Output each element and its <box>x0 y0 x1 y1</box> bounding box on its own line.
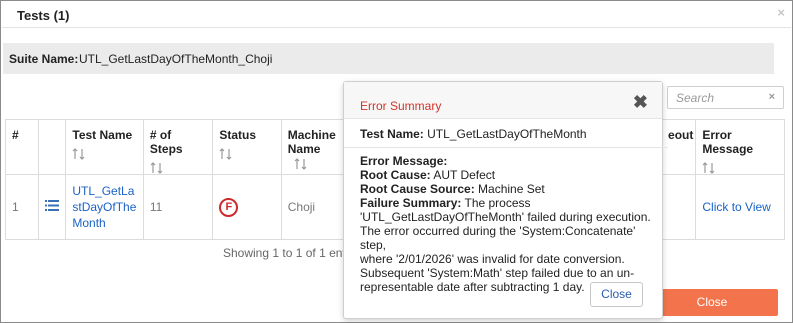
error-view-link[interactable]: Click to View <box>702 200 770 214</box>
sort-icon[interactable] <box>72 148 86 160</box>
error-message-label: Error Message: <box>360 154 448 168</box>
row-error-cell: Click to View <box>695 174 785 240</box>
tests-modal: Tests (1) × Suite Name: UTL_GetLastDayOf… <box>0 0 793 323</box>
status-failed-icon: F <box>219 197 239 217</box>
suite-name-value: UTL_GetLastDayOfTheMonth_Choji <box>79 52 273 66</box>
row-index: 1 <box>4 174 40 240</box>
test-name-line: Test Name: UTL_GetLastDayOfTheMonth <box>360 127 587 141</box>
col-header-icon <box>38 119 67 175</box>
failure-summary-text: where '2/01/2026' was invalid for date c… <box>360 252 625 266</box>
suite-bar: Suite Name: UTL_GetLastDayOfTheMonth_Cho… <box>3 43 774 74</box>
col-header-index: # <box>4 119 40 175</box>
row-steps: 11 <box>142 174 214 240</box>
popover-body: Test Name: UTL_GetLastDayOfTheMonth Erro… <box>344 127 668 294</box>
modal-header: Tests (1) × <box>2 2 791 28</box>
row-test-name-cell: UTL_GetLa stDayOfThe Month <box>65 174 144 240</box>
popover-title: Error Summary <box>360 99 442 113</box>
failure-summary-text: Subsequent 'System:Math' step failed due… <box>360 266 635 280</box>
row-machine: Choji <box>280 174 347 240</box>
sort-icon[interactable] <box>150 162 164 174</box>
search-box[interactable]: × <box>667 86 784 109</box>
root-cause-source-line: Root Cause Source: Machine Set <box>360 182 545 196</box>
list-icon[interactable] <box>45 200 60 211</box>
sort-icon[interactable] <box>702 162 716 174</box>
col-header-test-name[interactable]: Test Name <box>65 119 144 175</box>
failure-summary-text: The error occurred during the 'System:Co… <box>360 224 636 252</box>
col-header-steps[interactable]: # of Steps <box>142 119 214 175</box>
popover-close-button[interactable]: Close <box>590 282 643 307</box>
search-input[interactable] <box>676 90 764 106</box>
col-header-error-message[interactable]: Error Message <box>695 119 785 175</box>
failure-summary-line: Failure Summary: The process <box>360 196 531 210</box>
failure-summary-text: 'UTL_GetLastDayOfTheMonth' failed during… <box>360 210 651 224</box>
row-status-cell: F <box>212 174 282 240</box>
col-header-machine-name[interactable]: Machine Name <box>280 119 347 175</box>
popover-close-icon[interactable]: ✖ <box>633 92 648 113</box>
suite-name-label: Suite Name: <box>9 52 79 66</box>
close-button[interactable]: Close <box>646 289 778 316</box>
col-header-status[interactable]: Status <box>212 119 282 175</box>
error-summary-popover: Error Summary ✖ Test Name: UTL_GetLastDa… <box>343 81 668 319</box>
sort-icon[interactable] <box>294 157 308 170</box>
root-cause-line: Root Cause: AUT Defect <box>360 168 496 182</box>
modal-close-icon[interactable]: × <box>777 5 785 20</box>
divider <box>344 147 668 148</box>
row-icon-cell <box>38 174 67 240</box>
modal-title: Tests (1) <box>17 8 70 23</box>
sort-icon[interactable] <box>219 148 233 160</box>
popover-header: Error Summary ✖ <box>344 82 662 119</box>
test-name-link[interactable]: UTL_GetLa stDayOfThe Month <box>72 183 137 231</box>
search-clear-icon[interactable]: × <box>769 91 775 103</box>
pagination-info: Showing 1 to 1 of 1 entri <box>223 246 353 260</box>
